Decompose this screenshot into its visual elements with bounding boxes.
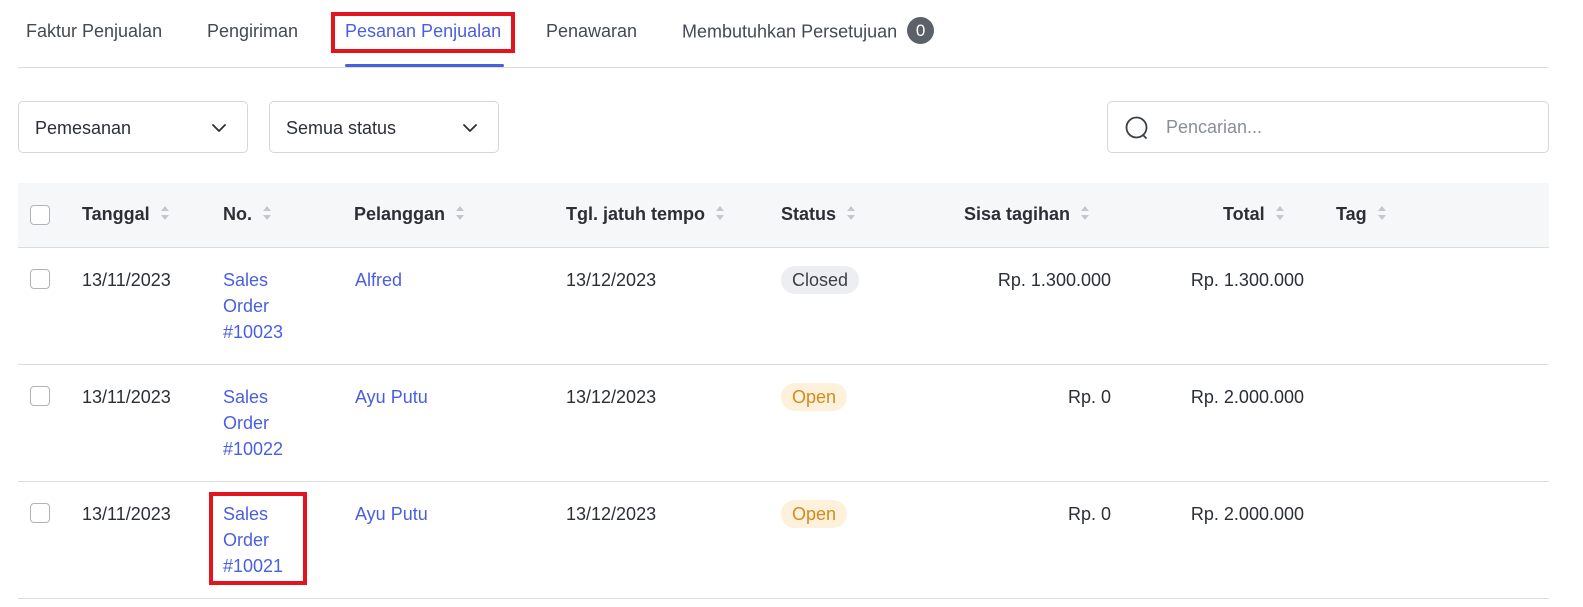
- tab-pengiriman[interactable]: Pengiriman: [207, 19, 298, 43]
- column-header-label: Tgl. jatuh tempo: [566, 204, 705, 224]
- row-due-date: 13/12/2023: [566, 504, 657, 524]
- sort-icon: [263, 206, 271, 221]
- status-badge: Closed: [781, 266, 860, 294]
- column-header-label: Tag: [1336, 204, 1367, 224]
- table-row: 13/11/2023 Sales Order #10023 Alfred 13/…: [18, 248, 1549, 365]
- row-date: 13/11/2023: [82, 504, 171, 524]
- sort-icon: [847, 206, 856, 221]
- row-customer-link[interactable]: Alfred: [355, 267, 402, 293]
- tab-penawaran[interactable]: Penawaran: [546, 19, 637, 43]
- active-tab-indicator: [345, 64, 504, 67]
- column-header-label: No.: [223, 204, 252, 224]
- row-checkbox[interactable]: [30, 269, 50, 289]
- chevron-down-icon: [212, 124, 226, 132]
- column-header-label: Sisa tagihan: [964, 204, 1071, 224]
- search-box: [1107, 101, 1549, 153]
- row-order-link[interactable]: Sales Order #10022: [223, 384, 303, 462]
- row-checkbox[interactable]: [30, 386, 50, 406]
- status-select-value: Semua status: [286, 118, 397, 138]
- row-date: 13/11/2023: [82, 270, 171, 290]
- tab-bar: Faktur Penjualan Pengiriman Pesanan Penj…: [18, 0, 1549, 68]
- row-customer-link[interactable]: Ayu Putu: [355, 384, 428, 410]
- status-badge: Open: [781, 383, 848, 411]
- search-input[interactable]: [1166, 114, 1526, 140]
- row-due-date: 13/12/2023: [566, 387, 657, 407]
- tab-membutuhkan-persetujuan-label: Membutuhkan Persetujuan: [682, 21, 898, 42]
- row-total: Rp. 1.300.000: [1190, 270, 1304, 290]
- column-header-label: Tanggal: [82, 204, 150, 224]
- search-icon: [1125, 116, 1148, 139]
- row-order-link[interactable]: Sales Order #10023: [223, 267, 303, 345]
- row-balance: Rp. 0: [1067, 387, 1111, 407]
- row-balance: Rp. 0: [1067, 504, 1111, 524]
- type-select-value: Pemesanan: [35, 118, 132, 138]
- sort-icon: [716, 206, 724, 221]
- column-header-status[interactable]: Status: [781, 202, 856, 226]
- approval-count-badge: 0: [907, 17, 935, 44]
- row-date: 13/11/2023: [82, 387, 171, 407]
- sort-icon: [160, 206, 169, 221]
- sort-icon: [1081, 206, 1090, 221]
- table-header: Tanggal No. Pelanggan Tgl. jatuh tempo S…: [18, 183, 1549, 248]
- chevron-down-icon: [463, 124, 477, 132]
- row-due-date: 13/12/2023: [566, 270, 657, 290]
- column-header-label: Total: [1223, 204, 1265, 224]
- column-header-pelanggan[interactable]: Pelanggan: [354, 202, 465, 226]
- row-total: Rp. 2.000.000: [1190, 504, 1304, 524]
- column-header-no[interactable]: No.: [223, 202, 272, 226]
- tab-faktur-penjualan[interactable]: Faktur Penjualan: [26, 19, 162, 43]
- row-customer-link[interactable]: Ayu Putu: [355, 501, 428, 527]
- column-header-tanggal[interactable]: Tanggal: [82, 202, 170, 226]
- type-select[interactable]: Pemesanan: [18, 101, 248, 153]
- column-header-total[interactable]: Total: [1223, 202, 1285, 226]
- row-total: Rp. 2.000.000: [1190, 387, 1304, 407]
- row-balance: Rp. 1.300.000: [997, 270, 1111, 290]
- tab-membutuhkan-persetujuan[interactable]: Membutuhkan Persetujuan 0: [682, 17, 935, 44]
- column-header-tag[interactable]: Tag: [1336, 202, 1387, 226]
- column-header-label: Pelanggan: [354, 204, 446, 224]
- column-header-tgl-jatuh-tempo[interactable]: Tgl. jatuh tempo: [566, 202, 725, 226]
- sort-icon: [1377, 206, 1386, 221]
- column-header-label: Status: [781, 204, 837, 224]
- tab-pesanan-penjualan[interactable]: Pesanan Penjualan: [345, 19, 501, 43]
- select-all-checkbox[interactable]: [30, 205, 50, 225]
- table-row: 13/11/2023 Sales Order #10021 Ayu Putu 1…: [18, 482, 1549, 599]
- status-select[interactable]: Semua status: [269, 101, 499, 153]
- row-order-link[interactable]: Sales Order #10021: [223, 501, 303, 579]
- row-checkbox[interactable]: [30, 503, 50, 523]
- table-row: 13/11/2023 Sales Order #10022 Ayu Putu 1…: [18, 365, 1549, 482]
- column-header-sisa-tagihan[interactable]: Sisa tagihan: [964, 202, 1090, 226]
- status-badge: Open: [781, 500, 848, 528]
- sort-icon: [456, 206, 465, 221]
- sort-icon: [1275, 206, 1284, 221]
